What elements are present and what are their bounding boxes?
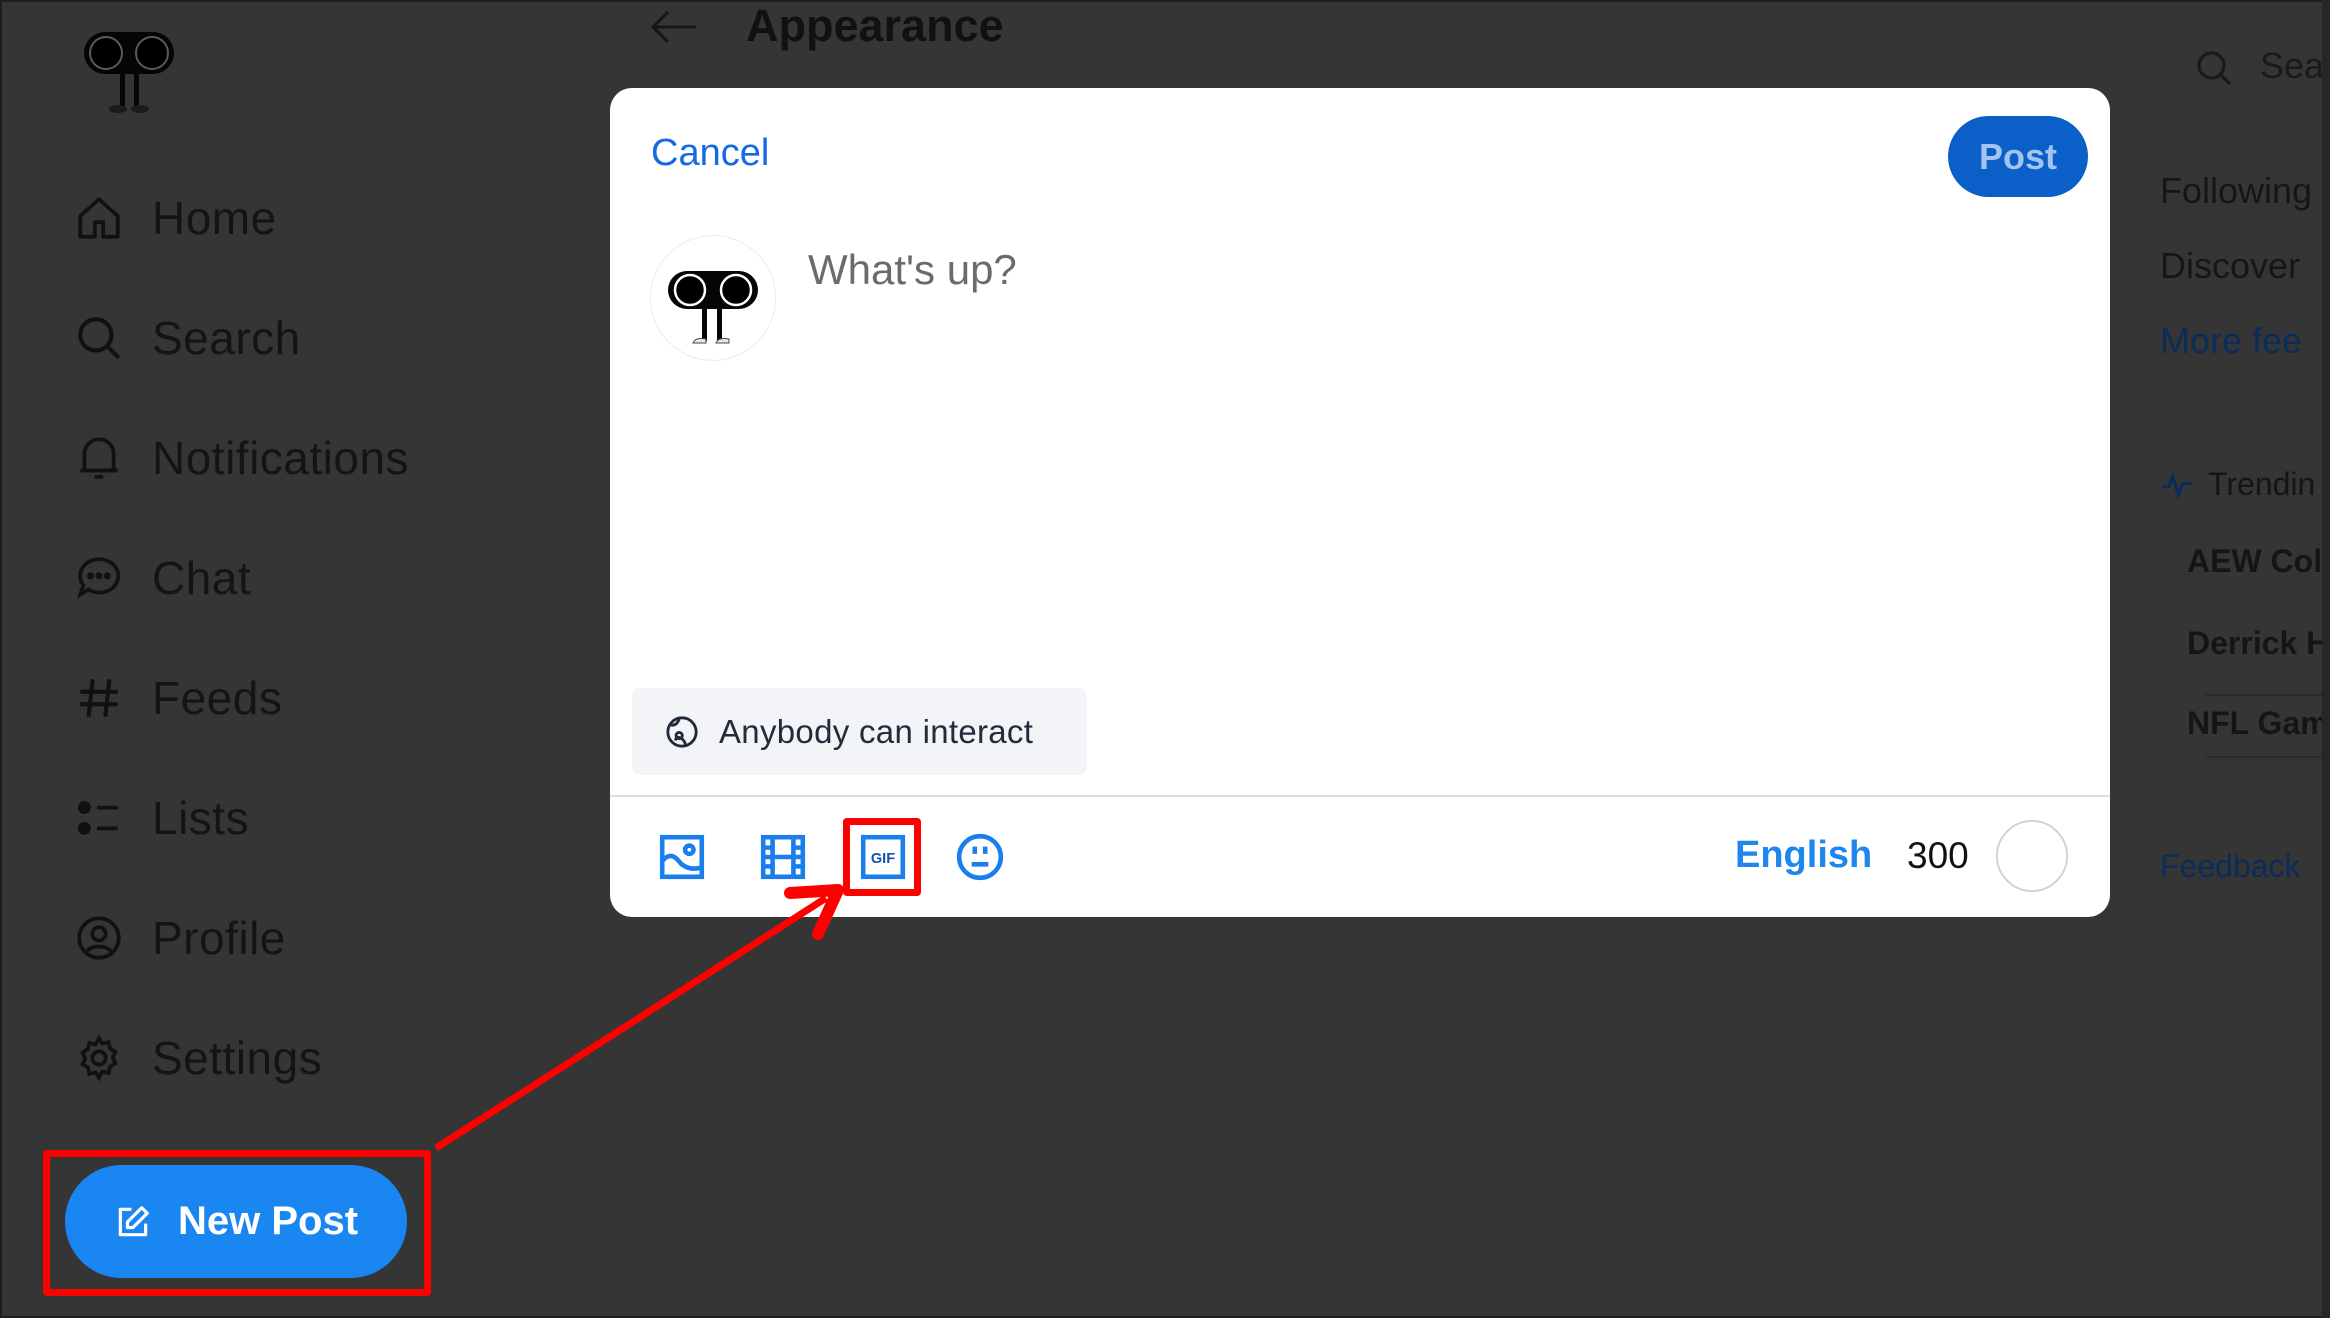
trending-item[interactable]: NFL Gam — [2187, 705, 2329, 742]
image-button[interactable] — [657, 832, 707, 882]
trending-item[interactable]: AEW Coll — [2187, 543, 2330, 580]
bell-icon — [80, 437, 118, 479]
sidebar-item-feeds[interactable]: Feeds — [74, 668, 282, 728]
more-feeds-link[interactable]: More fee — [2160, 320, 2302, 362]
feed-link-following[interactable]: Following — [2160, 170, 2312, 212]
page-title: Appearance — [746, 0, 1004, 51]
trending-header: Trendin — [2160, 466, 2315, 503]
highlight-box-gif — [843, 818, 921, 896]
arrow-shaft — [434, 895, 828, 1151]
right-edge-border — [2322, 0, 2330, 1318]
trending-label: Trendin — [2208, 466, 2316, 502]
sidebar-item-lists[interactable]: Lists — [74, 788, 249, 848]
video-icon — [760, 834, 806, 880]
highlight-box-new-post — [43, 1150, 431, 1296]
search-icon — [78, 317, 121, 360]
feedback-link[interactable]: Feedback — [2160, 848, 2301, 885]
character-progress-ring — [1996, 820, 2068, 892]
sidebar-item-label: Settings — [152, 1032, 323, 1084]
avatar[interactable] — [650, 235, 776, 361]
chat-icon — [76, 557, 121, 600]
sidebar-item-label: Notifications — [152, 432, 410, 484]
post-button[interactable]: Post — [1948, 116, 2088, 197]
sidebar-item-label: Feeds — [152, 672, 283, 724]
interaction-settings-button[interactable]: Anybody can interact — [632, 688, 1087, 775]
sidebar-item-chat[interactable]: Chat — [74, 548, 251, 608]
character-count: 300 — [1907, 835, 1969, 876]
globe-icon — [666, 715, 698, 748]
sidebar-item-settings[interactable]: Settings — [74, 1028, 322, 1088]
app-logo[interactable] — [82, 30, 176, 116]
compose-text-input[interactable] — [808, 246, 2068, 666]
trending-divider — [2206, 756, 2326, 758]
interaction-settings-label: Anybody can interact — [719, 712, 1034, 750]
emoji-button[interactable] — [955, 832, 1005, 882]
sidebar-item-label: Profile — [152, 912, 286, 964]
search-icon[interactable] — [2194, 48, 2234, 88]
compose-modal: Cancel Post Anybody can interact GIF Eng… — [610, 88, 2110, 917]
trending-icon — [2162, 471, 2192, 500]
sidebar-item-search[interactable]: Search — [74, 308, 301, 368]
sidebar-item-label: Home — [152, 192, 277, 244]
profile-icon — [77, 916, 121, 960]
sidebar-item-label: Lists — [152, 792, 250, 844]
language-selector[interactable]: English — [1735, 834, 1872, 877]
trending-divider — [2206, 694, 2326, 696]
sidebar-item-label: Chat — [152, 552, 252, 604]
toolbar-divider — [610, 795, 2110, 797]
back-arrow-icon[interactable] — [650, 8, 698, 46]
video-button[interactable] — [758, 832, 808, 882]
feed-link-discover[interactable]: Discover — [2160, 245, 2300, 287]
list-icon — [77, 801, 118, 835]
home-icon — [78, 197, 120, 239]
image-icon — [659, 834, 705, 880]
trending-item[interactable]: Derrick H — [2187, 625, 2329, 662]
sidebar-item-profile[interactable]: Profile — [74, 908, 286, 968]
sidebar-item-home[interactable]: Home — [74, 188, 277, 248]
emoji-icon — [956, 833, 1004, 881]
sidebar-item-label: Search — [152, 312, 301, 364]
right-search-input[interactable]: Sea — [2260, 45, 2324, 87]
sidebar-item-notifications[interactable]: Notifications — [74, 428, 409, 488]
hashtag-icon — [80, 679, 118, 717]
cancel-button[interactable]: Cancel — [651, 132, 769, 175]
gear-icon — [80, 1034, 118, 1082]
